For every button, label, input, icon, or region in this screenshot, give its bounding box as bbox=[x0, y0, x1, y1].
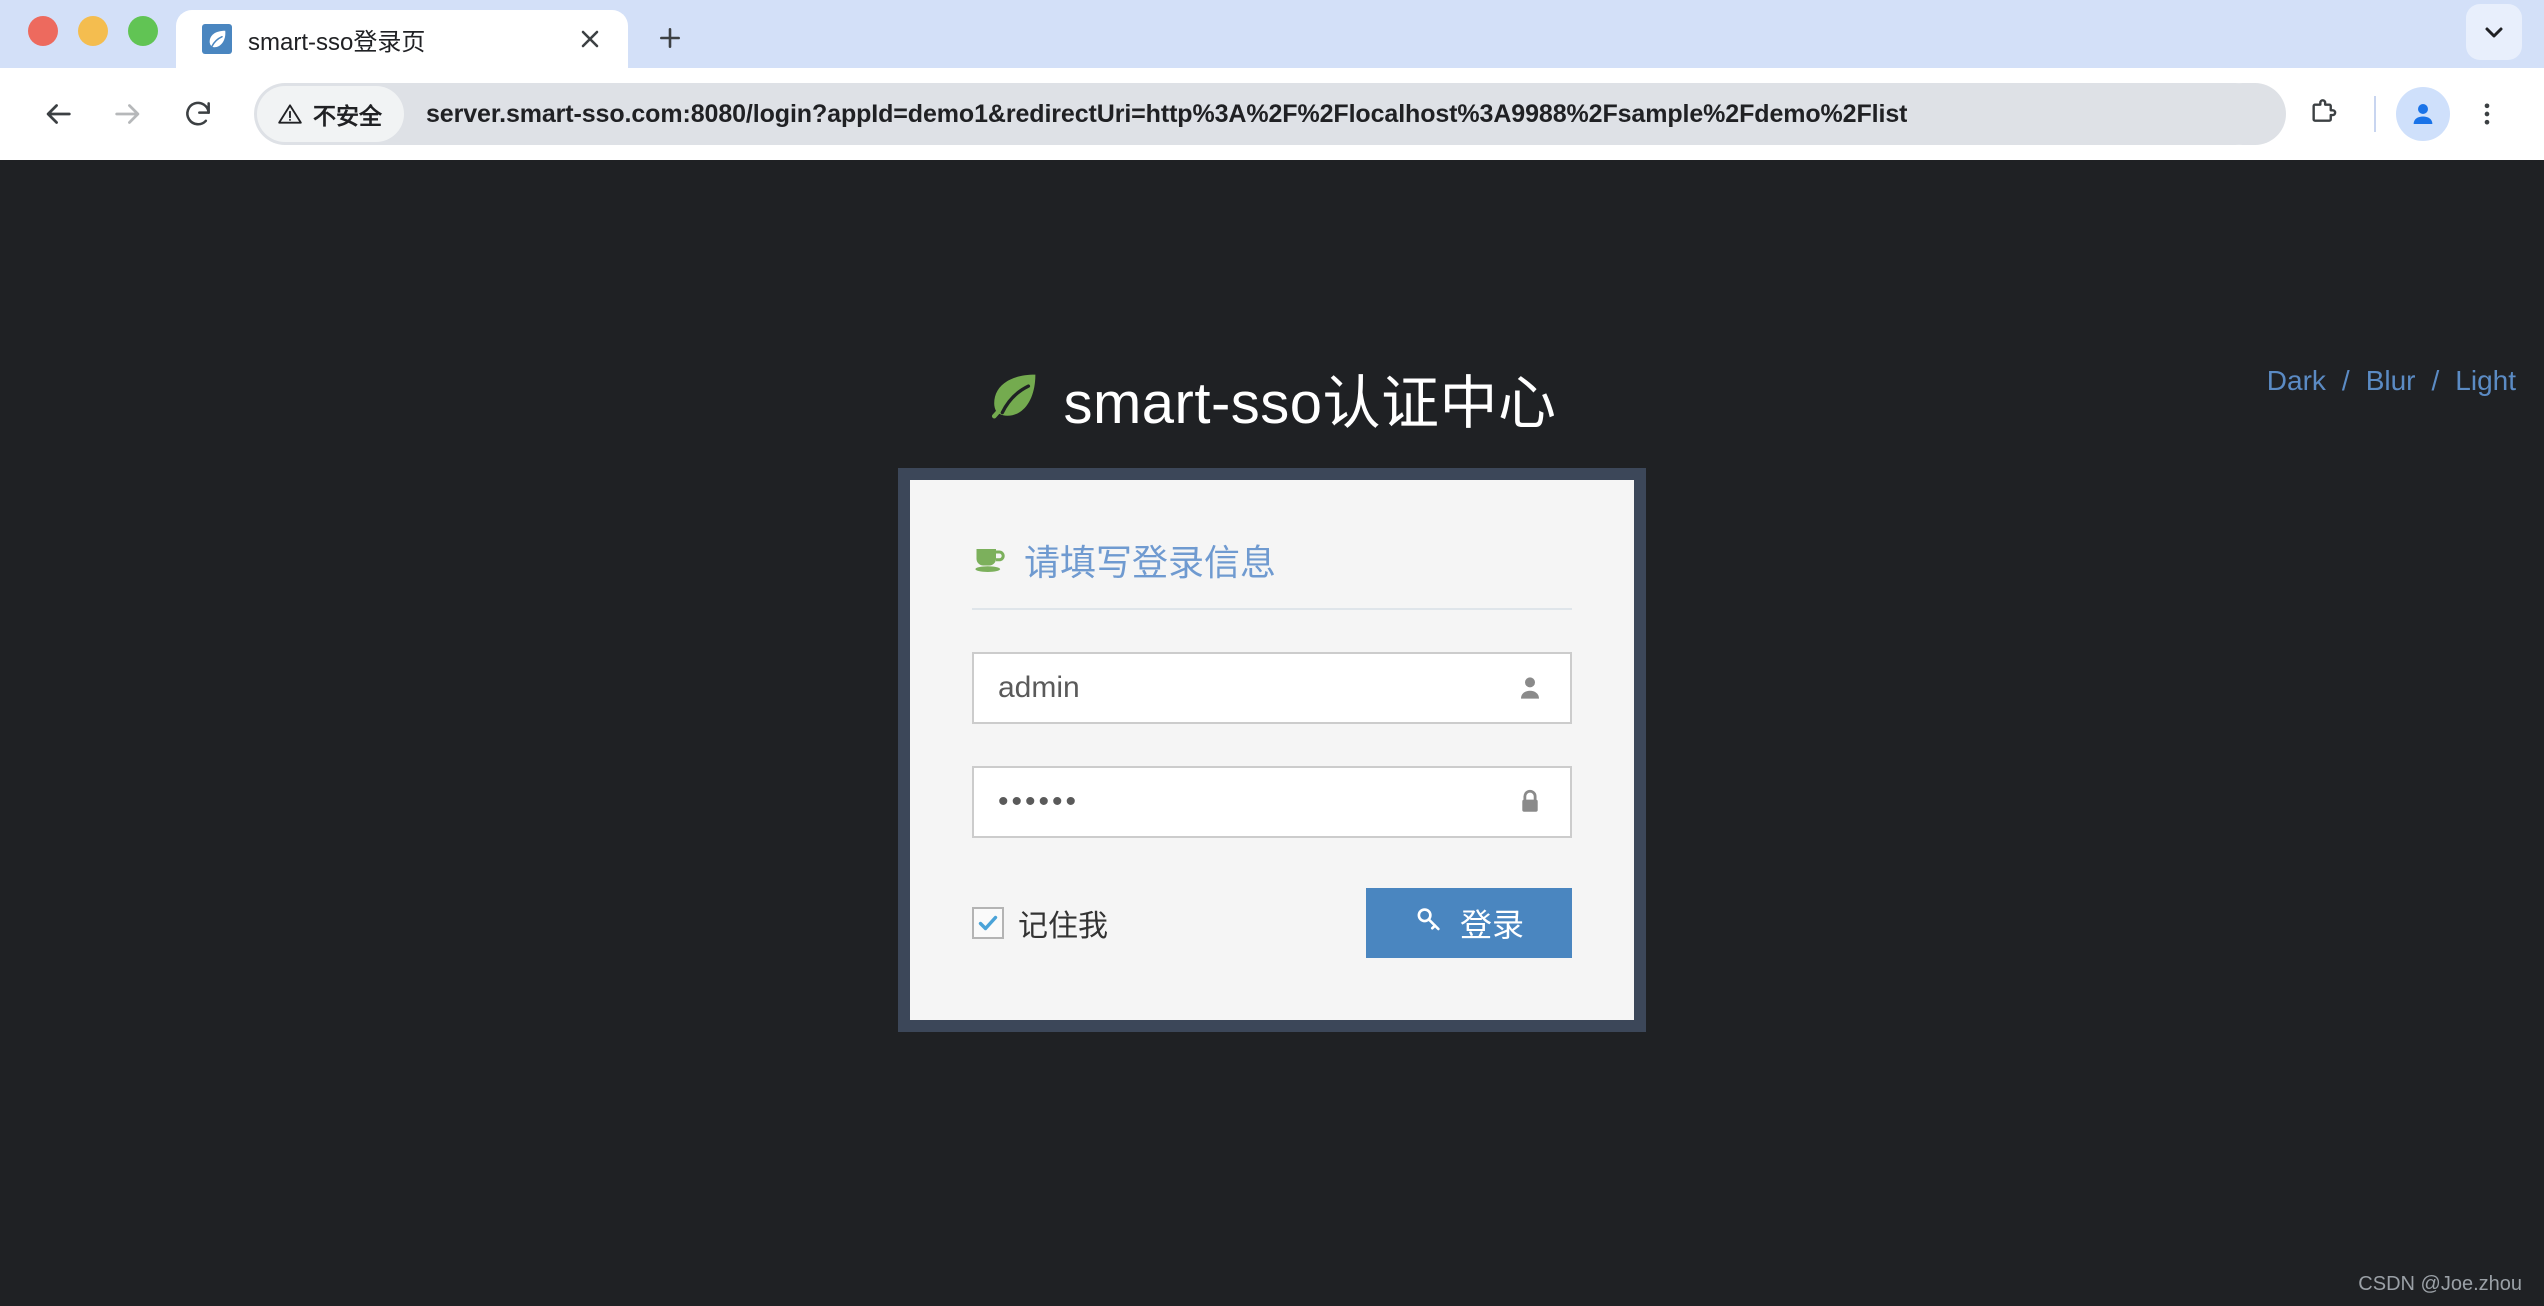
login-panel-heading: 请填写登录信息 bbox=[1024, 542, 1277, 583]
page-content: Dark / Blur / Light smart-sso认证中心 请填写登录信… bbox=[0, 160, 2544, 1306]
login-panel-header: 请填写登录信息 bbox=[972, 534, 1572, 610]
three-dot-menu-icon bbox=[2484, 103, 2490, 125]
user-icon bbox=[1510, 673, 1550, 703]
key-icon bbox=[1414, 904, 1444, 942]
remember-me-label: 记住我 bbox=[1018, 910, 1108, 943]
checkbox-box[interactable] bbox=[972, 907, 1004, 939]
leaf-icon bbox=[987, 369, 1041, 428]
tab-title: smart-sso登录页 bbox=[248, 28, 426, 56]
window-traffic-lights bbox=[18, 16, 176, 68]
toolbar-divider bbox=[2374, 96, 2376, 132]
browser-toolbar: 不安全 server.smart-sso.com:8080/login?appI… bbox=[0, 68, 2544, 160]
address-bar[interactable]: 不安全 server.smart-sso.com:8080/login?appI… bbox=[254, 83, 2266, 145]
site-brand: smart-sso认证中心 bbox=[0, 356, 2544, 440]
coffee-cup-icon bbox=[972, 540, 1008, 581]
chevron-down-icon bbox=[2485, 27, 2503, 38]
password-field[interactable] bbox=[972, 766, 1572, 838]
login-submit-label: 登录 bbox=[1459, 907, 1524, 943]
window-minimize-button[interactable] bbox=[78, 16, 108, 46]
login-panel: 请填写登录信息 admin 记住我 登录 bbox=[910, 480, 1634, 1020]
back-button[interactable] bbox=[26, 82, 90, 146]
reload-button[interactable] bbox=[166, 82, 230, 146]
page-title: smart-sso认证中心 bbox=[1063, 371, 1557, 436]
tab-search-button[interactable] bbox=[2466, 4, 2522, 60]
password-input[interactable] bbox=[998, 768, 1510, 836]
lock-icon bbox=[1510, 788, 1550, 816]
account-avatar-icon bbox=[2413, 104, 2433, 124]
forward-button[interactable] bbox=[96, 82, 160, 146]
extensions-button[interactable] bbox=[2292, 83, 2354, 145]
url-text[interactable]: server.smart-sso.com:8080/login?appId=de… bbox=[426, 100, 1907, 129]
arrow-right-icon bbox=[115, 104, 140, 124]
username-field[interactable] bbox=[972, 652, 1572, 724]
watermark: CSDN @Joe.zhou bbox=[2358, 1273, 2522, 1295]
remember-me-checkbox[interactable]: 记住我 bbox=[972, 901, 1108, 945]
username-input[interactable] bbox=[998, 654, 1510, 722]
warning-triangle-icon bbox=[278, 104, 302, 124]
security-status-chip[interactable]: 不安全 bbox=[257, 86, 404, 142]
window-maximize-button[interactable] bbox=[128, 16, 158, 46]
security-status-label: 不安全 bbox=[313, 103, 382, 129]
leaf-favicon-icon bbox=[202, 24, 232, 54]
tab-strip: smart-sso登录页 bbox=[0, 0, 2544, 68]
login-card-frame: 请填写登录信息 admin 记住我 登录 bbox=[898, 468, 1646, 1032]
profile-avatar[interactable] bbox=[2396, 87, 2450, 141]
login-actions-row: 记住我 登录 bbox=[972, 888, 1572, 958]
checkmark-icon bbox=[978, 915, 998, 931]
tab-close-icon[interactable] bbox=[570, 19, 610, 59]
puzzle-icon bbox=[2312, 99, 2337, 122]
new-tab-button[interactable] bbox=[644, 12, 696, 64]
window-close-button[interactable] bbox=[28, 16, 58, 46]
browser-tab[interactable]: smart-sso登录页 bbox=[176, 10, 628, 68]
browser-menu-button[interactable] bbox=[2456, 83, 2518, 145]
reload-icon bbox=[186, 101, 210, 126]
browser-window: smart-sso登录页 不安全 server.smart-sso.com:80… bbox=[0, 0, 2544, 1306]
login-submit-button[interactable]: 登录 bbox=[1366, 888, 1572, 958]
arrow-left-icon bbox=[46, 104, 71, 124]
